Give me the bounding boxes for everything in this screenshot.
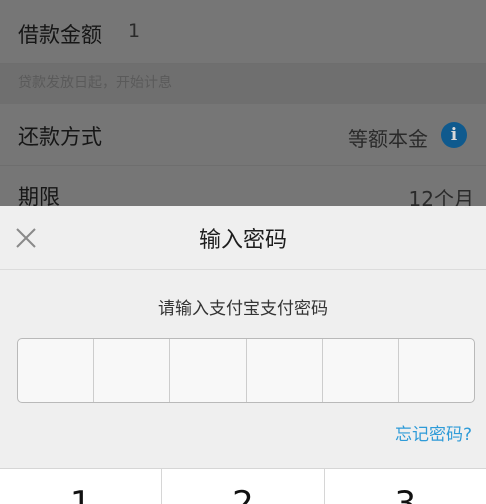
repay-method-value: 等额本金 xyxy=(348,127,428,151)
interest-hint: 贷款发放日起，开始计息 xyxy=(18,75,172,91)
repay-method-label: 还款方式 xyxy=(18,125,102,149)
repay-method-row[interactable]: 还款方式 等额本金 i xyxy=(0,104,486,166)
password-prompt: 请输入支付宝支付密码 xyxy=(158,299,328,319)
info-icon[interactable]: i xyxy=(441,122,467,148)
numeric-keypad: 1 2 3 xyxy=(0,468,486,504)
keypad-key-3[interactable]: 3 xyxy=(325,469,486,504)
loan-amount-value: 1 xyxy=(128,20,141,42)
loan-amount-label: 借款金额 xyxy=(18,23,102,47)
pin-digit-cell[interactable] xyxy=(247,339,323,402)
pin-digit-cell[interactable] xyxy=(323,339,399,402)
pin-digit-cell[interactable] xyxy=(94,339,171,402)
pin-digit-cell[interactable] xyxy=(399,339,474,402)
loan-amount-row: 借款金额 1 xyxy=(0,0,486,64)
forgot-password-link[interactable]: 忘记密码? xyxy=(395,420,472,445)
keypad-key-2[interactable]: 2 xyxy=(162,469,325,504)
pin-digit-cell[interactable] xyxy=(18,339,95,402)
interest-hint-row: 贷款发放日起，开始计息 xyxy=(0,64,486,104)
pin-digit-cell[interactable] xyxy=(170,339,247,402)
keypad-key-1[interactable]: 1 xyxy=(0,469,163,504)
term-row[interactable]: 期限 12个月 xyxy=(0,166,486,211)
password-input[interactable] xyxy=(17,338,475,403)
password-dialog: 输入密码 请输入支付宝支付密码 忘记密码? 1 2 3 xyxy=(0,206,486,504)
dialog-title: 输入密码 xyxy=(198,228,287,253)
dialog-header: 输入密码 xyxy=(0,206,486,270)
